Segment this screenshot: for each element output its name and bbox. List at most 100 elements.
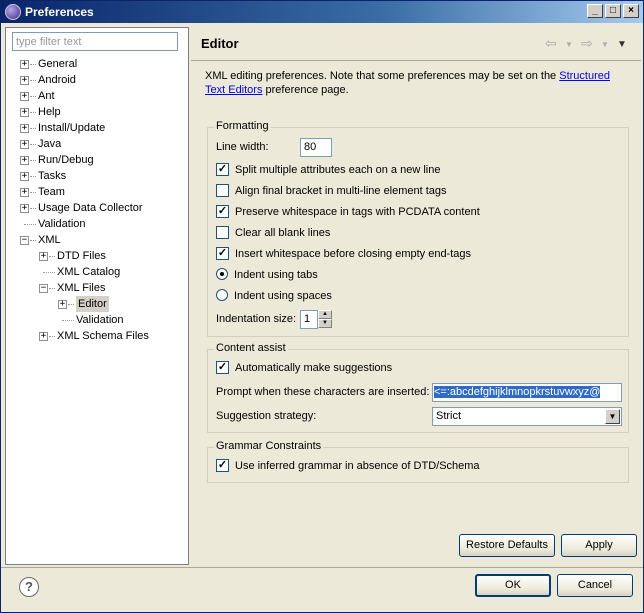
insert-whitespace-row[interactable]: ✓ Insert whitespace before closing empty … <box>216 245 471 263</box>
collapse-icon[interactable]: − <box>39 284 48 293</box>
restore-defaults-button[interactable]: Restore Defaults <box>459 534 555 557</box>
tree-item[interactable]: XML Catalog <box>6 264 188 280</box>
maximize-button[interactable]: □ <box>605 4 621 18</box>
expand-icon[interactable]: + <box>58 300 67 309</box>
auto-suggest-row[interactable]: ✓ Automatically make suggestions <box>216 359 392 377</box>
close-button[interactable]: × <box>623 4 639 18</box>
tree-item[interactable]: + Editor <box>6 296 188 312</box>
back-arrow-icon[interactable]: ⇦ <box>545 35 557 52</box>
split-attributes-checkbox[interactable]: ✓ <box>216 162 229 176</box>
indent-tabs-radio[interactable] <box>216 268 228 281</box>
forward-arrow-icon[interactable]: ⇨ <box>581 35 593 52</box>
suggestion-strategy-select[interactable]: Strict ▼ <box>432 407 622 426</box>
forward-dropdown-icon[interactable]: ▼ <box>601 40 609 49</box>
tree-connector <box>30 128 36 129</box>
spinner-down-icon[interactable]: ▼ <box>318 319 332 328</box>
use-inferred-grammar-checkbox[interactable]: ✓ <box>216 458 229 472</box>
filter-input[interactable] <box>12 32 178 51</box>
tree-connector <box>30 192 36 193</box>
suggestion-strategy-label: Suggestion strategy: <box>216 410 317 422</box>
clear-blank-lines-row[interactable]: Clear all blank lines <box>216 224 330 242</box>
split-attributes-row[interactable]: ✓ Split multiple attributes each on a new… <box>216 161 440 179</box>
tree-item[interactable]: + Install/Update <box>6 120 188 136</box>
tree-item-label: General <box>38 58 78 70</box>
clear-blank-lines-checkbox[interactable] <box>216 225 229 239</box>
expand-icon[interactable]: + <box>20 108 29 117</box>
expand-icon[interactable]: + <box>20 92 29 101</box>
help-icon[interactable]: ? <box>19 577 39 597</box>
indentation-size-label: Indentation size: <box>216 313 297 325</box>
expand-icon[interactable]: + <box>20 76 29 85</box>
chevron-down-icon[interactable]: ▼ <box>605 409 620 424</box>
tree-item-label: Ant <box>38 90 55 102</box>
indent-tabs-row[interactable]: Indent using tabs <box>216 266 318 284</box>
align-bracket-label: Align final bracket in multi-line elemen… <box>235 185 447 197</box>
tree-item-label: XML <box>38 234 61 246</box>
tree-item[interactable]: + Android <box>6 72 188 88</box>
expand-icon[interactable]: + <box>20 204 29 213</box>
page-header: Editor ⇦ ▼ ⇨ ▼ ▼ <box>191 27 641 61</box>
tree-item[interactable]: + Team <box>6 184 188 200</box>
cancel-button[interactable]: Cancel <box>557 574 633 597</box>
tree-item[interactable]: + Help <box>6 104 188 120</box>
insert-whitespace-checkbox[interactable]: ✓ <box>216 246 229 260</box>
view-menu-icon[interactable]: ▼ <box>617 39 627 50</box>
grammar-constraints-group-title: Grammar Constraints <box>214 440 324 452</box>
align-bracket-row[interactable]: Align final bracket in multi-line elemen… <box>216 182 447 200</box>
prompt-characters-input[interactable]: <=:abcdefghijklmnopkrstuvwxyz@ <box>432 383 622 402</box>
back-dropdown-icon[interactable]: ▼ <box>565 40 573 49</box>
bottom-separator <box>1 567 643 568</box>
tree-connector <box>30 208 36 209</box>
tree-item[interactable]: + Java <box>6 136 188 152</box>
indent-spaces-row[interactable]: Indent using spaces <box>216 287 332 305</box>
ok-button[interactable]: OK <box>475 574 551 597</box>
tree-item[interactable]: + General <box>6 56 188 72</box>
spinner-up-icon[interactable]: ▲ <box>318 310 332 319</box>
auto-suggest-checkbox[interactable]: ✓ <box>216 360 229 374</box>
tree-item[interactable]: + Ant <box>6 88 188 104</box>
expand-icon[interactable]: + <box>20 140 29 149</box>
minimize-button[interactable]: _ <box>587 4 603 18</box>
line-width-input[interactable]: 80 <box>300 138 332 157</box>
apply-button[interactable]: Apply <box>561 534 637 557</box>
indent-spaces-radio[interactable] <box>216 289 228 302</box>
line-width-label: Line width: <box>216 141 269 153</box>
expand-icon[interactable]: + <box>20 188 29 197</box>
preserve-whitespace-checkbox[interactable]: ✓ <box>216 204 229 218</box>
strategy-row: Suggestion strategy: <box>216 407 316 425</box>
collapse-icon[interactable]: − <box>20 236 29 245</box>
tree-item[interactable]: + Usage Data Collector <box>6 200 188 216</box>
tree-item[interactable]: + Run/Debug <box>6 152 188 168</box>
tree-item[interactable]: + Tasks <box>6 168 188 184</box>
tree-item[interactable]: Validation <box>6 216 188 232</box>
tree-item-label: Tasks <box>38 170 67 182</box>
tree-item[interactable]: − XML <box>6 232 188 248</box>
tree-item-label: Editor <box>76 296 109 312</box>
expand-icon[interactable]: + <box>20 172 29 181</box>
tree-connector <box>30 144 36 145</box>
editor-preferences-page: Editor ⇦ ▼ ⇨ ▼ ▼ XML editing preferences… <box>191 27 641 565</box>
tree-connector <box>30 112 36 113</box>
tree-connector <box>30 160 36 161</box>
expand-icon[interactable]: + <box>20 156 29 165</box>
align-bracket-checkbox[interactable] <box>216 183 229 197</box>
eclipse-icon <box>5 4 21 20</box>
clear-blank-lines-label: Clear all blank lines <box>235 227 331 239</box>
tree-item[interactable]: + DTD Files <box>6 248 188 264</box>
window-title: Preferences <box>25 5 94 19</box>
expand-icon[interactable]: + <box>39 332 48 341</box>
split-attributes-label: Split multiple attributes each on a new … <box>235 164 441 176</box>
tree-item[interactable]: − XML Files <box>6 280 188 296</box>
line-width-row: Line width: <box>216 138 269 156</box>
tree-connector <box>30 240 36 241</box>
auto-suggest-label: Automatically make suggestions <box>235 362 393 374</box>
preserve-whitespace-row[interactable]: ✓ Preserve whitespace in tags with PCDATA… <box>216 203 480 221</box>
expand-icon[interactable]: + <box>20 124 29 133</box>
expand-icon[interactable]: + <box>39 252 48 261</box>
tree-item[interactable]: + XML Schema Files <box>6 328 188 344</box>
tree-item[interactable]: Validation <box>6 312 188 328</box>
expand-icon[interactable]: + <box>20 60 29 69</box>
use-inferred-grammar-row[interactable]: ✓ Use inferred grammar in absence of DTD/… <box>216 457 480 475</box>
indentation-size-spinner[interactable]: ▲ ▼ <box>318 310 332 329</box>
indentation-size-input[interactable]: 1 <box>300 310 318 329</box>
